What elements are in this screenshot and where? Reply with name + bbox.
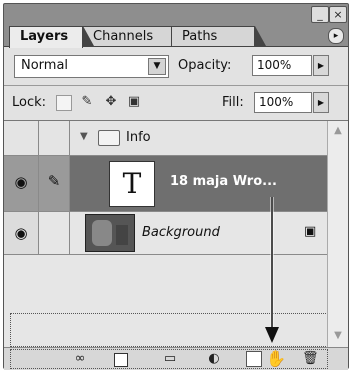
panel-tabs: Layers Channels Paths ▸ xyxy=(4,26,348,48)
opacity-label: Opacity: xyxy=(178,58,232,73)
tab-paths[interactable]: Paths xyxy=(171,26,266,46)
eye-icon: ◉ xyxy=(14,224,28,242)
minimize-button[interactable]: _ xyxy=(311,6,329,23)
blend-mode-select[interactable]: Normal ▼ xyxy=(14,55,169,78)
layer-name: Info xyxy=(126,130,151,145)
link-cell[interactable] xyxy=(39,212,70,254)
scroll-down-icon[interactable]: ▼ xyxy=(330,328,346,344)
fill-slider-button[interactable]: ▶ xyxy=(313,92,329,113)
opacity-input[interactable]: 100% xyxy=(252,55,312,76)
lock-move-icon[interactable]: ✥ xyxy=(104,95,118,109)
background-thumbnail xyxy=(85,214,135,252)
lock-brush-icon[interactable]: ✎ xyxy=(80,95,94,109)
blend-row: Normal ▼ Opacity: 100% ▶ xyxy=(4,47,348,86)
opacity-slider-button[interactable]: ▶ xyxy=(313,55,329,76)
disclosure-triangle-icon[interactable]: ▼ xyxy=(80,131,88,142)
visibility-toggle[interactable]: ◉ xyxy=(4,156,39,211)
layer-row-info[interactable]: ▼ Info xyxy=(4,121,328,156)
lock-row: Lock: ✎ ✥ ▣ Fill: 100% ▶ xyxy=(4,86,348,121)
scroll-up-icon[interactable]: ▲ xyxy=(330,123,346,139)
eye-icon: ◉ xyxy=(14,173,28,191)
layers-scrollbar[interactable]: ▲ ▼ xyxy=(327,121,348,347)
lock-icon: ▣ xyxy=(304,224,317,239)
tab-channels[interactable]: Channels xyxy=(82,26,183,46)
layers-panel: _ × Layers Channels Paths ▸ Normal ▼ Opa… xyxy=(3,3,349,370)
panel-menu-button[interactable]: ▸ xyxy=(328,28,344,44)
visibility-toggle[interactable] xyxy=(4,121,39,155)
tab-layers[interactable]: Layers xyxy=(9,26,94,48)
close-button[interactable]: × xyxy=(329,6,347,23)
layer-name: 18 maja Wro... xyxy=(170,174,277,189)
fill-label: Fill: xyxy=(222,95,244,110)
drag-arrow xyxy=(265,197,279,343)
brush-icon: ✎ xyxy=(47,172,61,190)
toolbar-drop-outline xyxy=(10,349,328,369)
folder-icon xyxy=(98,130,120,146)
fill-input[interactable]: 100% xyxy=(254,92,312,113)
link-cell[interactable] xyxy=(39,121,70,155)
panel-titlebar: _ × xyxy=(4,4,348,24)
layers-toolbar: ∞ ▭ ◐ ✋ 🗑 xyxy=(4,347,348,370)
visibility-toggle[interactable]: ◉ xyxy=(4,212,39,254)
panel-body: Normal ▼ Opacity: 100% ▶ Lock: ✎ ✥ ▣ Fil… xyxy=(4,46,348,370)
lock-label: Lock: xyxy=(12,95,47,110)
chevron-down-icon[interactable]: ▼ xyxy=(148,58,166,75)
layer-name: Background xyxy=(142,225,220,240)
lock-transparency-icon[interactable] xyxy=(56,95,72,111)
brush-cell[interactable]: ✎ xyxy=(39,156,70,211)
text-layer-thumbnail: T xyxy=(109,161,155,207)
blend-mode-value: Normal xyxy=(21,58,69,73)
lock-all-icon[interactable]: ▣ xyxy=(127,95,141,109)
